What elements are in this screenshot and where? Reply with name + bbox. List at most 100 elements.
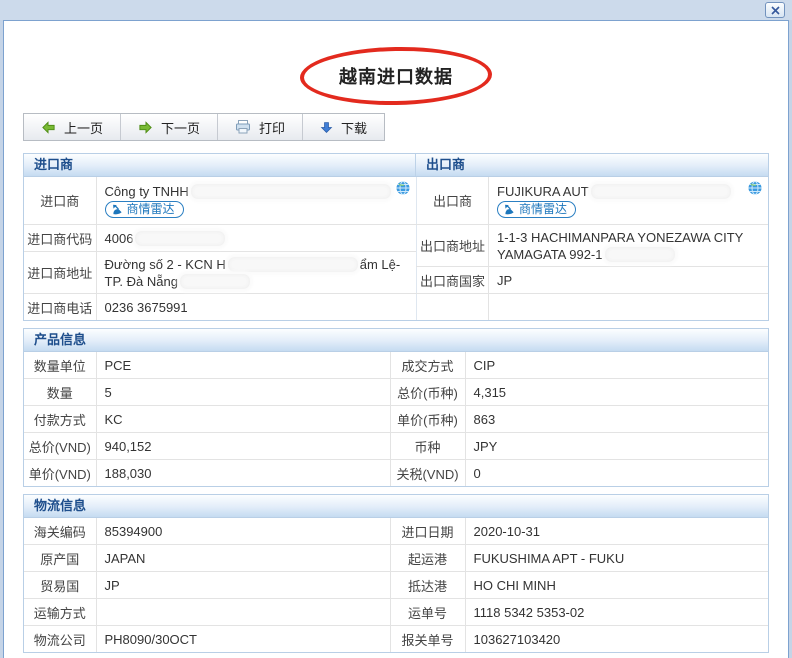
- field-label: 原产国: [24, 545, 96, 572]
- exporter-address-label: 出口商地址: [417, 225, 489, 267]
- importer-code-text: 4006: [105, 231, 134, 246]
- page-title: 越南进口数据: [4, 63, 788, 89]
- redaction-overlay: [180, 274, 250, 289]
- parties-tables: 进口商 Công ty TNHH 商情雷达: [24, 177, 768, 320]
- field-label: 起运港: [390, 545, 465, 572]
- importer-name-label: 进口商: [24, 177, 96, 225]
- field-label: 成交方式: [390, 352, 465, 379]
- section-parties: 进口商 出口商 进口商 Công ty TNHH: [23, 153, 769, 321]
- close-icon: [771, 6, 780, 15]
- table-row: 原产国 JAPAN 起运港 FUKUSHIMA APT - FUKU: [24, 545, 768, 572]
- importer-table: 进口商 Công ty TNHH 商情雷达: [24, 177, 416, 320]
- dialog-window: 越南进口数据 上一页 下一页: [0, 0, 792, 658]
- importer-code-label: 进口商代码: [24, 225, 96, 252]
- radar-badge-label: 商情雷达: [127, 202, 175, 217]
- dialog-titlebar: [0, 0, 792, 20]
- toolbar: 上一页 下一页 打印: [23, 113, 385, 141]
- exporter-table: 出口商 FUJIKURA AUT 商情雷达: [416, 177, 768, 320]
- prev-page-button[interactable]: 上一页: [24, 114, 121, 140]
- download-label: 下载: [341, 118, 367, 137]
- close-button[interactable]: [765, 2, 785, 18]
- field-label: 物流公司: [24, 626, 96, 653]
- importer-address-value: Đường số 2 - KCN Hẩm Lệ- TP. Đà Nẵng: [96, 252, 416, 294]
- exporter-name-label: 出口商: [417, 177, 489, 225]
- product-section-header: 产品信息: [24, 329, 768, 352]
- field-value: JP: [96, 572, 390, 599]
- field-value: 2020-10-31: [465, 518, 768, 545]
- field-value: PH8090/30OCT: [96, 626, 390, 653]
- table-row: 进口商 Công ty TNHH 商情雷达: [24, 177, 416, 225]
- field-value: JAPAN: [96, 545, 390, 572]
- importer-code-value: 4006: [96, 225, 416, 252]
- importer-phone-value: 0236 3675991: [96, 294, 416, 321]
- importer-radar-badge[interactable]: 商情雷达: [105, 201, 184, 218]
- next-page-button[interactable]: 下一页: [121, 114, 218, 140]
- radar-icon: [112, 204, 123, 215]
- table-row: 进口商电话 0236 3675991: [24, 294, 416, 321]
- product-table: 数量单位 PCE 成交方式 CIP 数量 5 总价(币种) 4,315 付款方式…: [24, 352, 768, 486]
- table-row: 数量 5 总价(币种) 4,315: [24, 379, 768, 406]
- empty-value-cell: [489, 294, 769, 321]
- radar-icon: [504, 204, 515, 215]
- radar-badge-label: 商情雷达: [519, 202, 567, 217]
- arrow-right-icon: [138, 120, 153, 135]
- exporter-name-value: FUJIKURA AUT 商情雷达: [489, 177, 769, 225]
- product-section-title: 产品信息: [24, 329, 86, 351]
- arrow-down-icon: [320, 121, 333, 134]
- print-label: 打印: [259, 118, 285, 137]
- redaction-overlay: [135, 231, 225, 246]
- field-value: 0: [465, 460, 768, 487]
- section-product: 产品信息 数量单位 PCE 成交方式 CIP 数量 5 总价(币种) 4,315…: [23, 328, 769, 487]
- table-row: 运输方式 运单号 1118 5342 5353-02: [24, 599, 768, 626]
- importer-section-title: 进口商: [24, 154, 416, 176]
- table-row: 进口商地址 Đường số 2 - KCN Hẩm Lệ- TP. Đà Nẵ…: [24, 252, 416, 294]
- field-label: 付款方式: [24, 406, 96, 433]
- field-label: 运输方式: [24, 599, 96, 626]
- table-row: 出口商 FUJIKURA AUT 商情雷达: [417, 177, 769, 225]
- exporter-section-title: 出口商: [416, 154, 768, 176]
- table-row: 数量单位 PCE 成交方式 CIP: [24, 352, 768, 379]
- field-value: 1118 5342 5353-02: [465, 599, 768, 626]
- field-value: 103627103420: [465, 626, 768, 653]
- field-value: CIP: [465, 352, 768, 379]
- table-row: 海关编码 85394900 进口日期 2020-10-31: [24, 518, 768, 545]
- logistics-section-title: 物流信息: [24, 495, 86, 517]
- field-label: 贸易国: [24, 572, 96, 599]
- field-value: 863: [465, 406, 768, 433]
- importer-name-value: Công ty TNHH 商情雷达: [96, 177, 416, 225]
- exporter-radar-badge[interactable]: 商情雷达: [497, 201, 576, 218]
- field-label: 币种: [390, 433, 465, 460]
- redaction-overlay: [605, 247, 675, 262]
- redaction-overlay: [591, 184, 731, 199]
- field-label: 总价(币种): [390, 379, 465, 406]
- field-label: 数量单位: [24, 352, 96, 379]
- empty-label-cell: [417, 294, 489, 321]
- table-row: [417, 294, 769, 321]
- field-value: PCE: [96, 352, 390, 379]
- field-label: 单价(VND): [24, 460, 96, 487]
- importer-phone-label: 进口商电话: [24, 294, 96, 321]
- title-area: 越南进口数据: [4, 21, 788, 113]
- field-value: 5: [96, 379, 390, 406]
- importer-address-text: Đường số 2 - KCN H: [105, 257, 226, 272]
- importer-address-text: TP. Đà Nẵng: [105, 274, 178, 289]
- globe-icon[interactable]: [748, 181, 762, 195]
- field-value: 85394900: [96, 518, 390, 545]
- field-label: 关税(VND): [390, 460, 465, 487]
- field-value: 4,315: [465, 379, 768, 406]
- table-row: 出口商国家 JP: [417, 267, 769, 294]
- logistics-table: 海关编码 85394900 进口日期 2020-10-31 原产国 JAPAN …: [24, 518, 768, 652]
- parties-section-header: 进口商 出口商: [24, 154, 768, 177]
- next-page-label: 下一页: [161, 118, 200, 137]
- field-label: 进口日期: [390, 518, 465, 545]
- field-label: 总价(VND): [24, 433, 96, 460]
- exporter-address-value: 1-1-3 HACHIMANPARA YONEZAWA CITY YAMAGAT…: [489, 225, 769, 267]
- print-button[interactable]: 打印: [218, 114, 303, 140]
- download-button[interactable]: 下载: [303, 114, 384, 140]
- globe-icon[interactable]: [396, 181, 410, 195]
- importer-address-label: 进口商地址: [24, 252, 96, 294]
- field-label: 单价(币种): [390, 406, 465, 433]
- field-value: 188,030: [96, 460, 390, 487]
- section-logistics: 物流信息 海关编码 85394900 进口日期 2020-10-31 原产国 J…: [23, 494, 769, 653]
- table-row: 付款方式 KC 单价(币种) 863: [24, 406, 768, 433]
